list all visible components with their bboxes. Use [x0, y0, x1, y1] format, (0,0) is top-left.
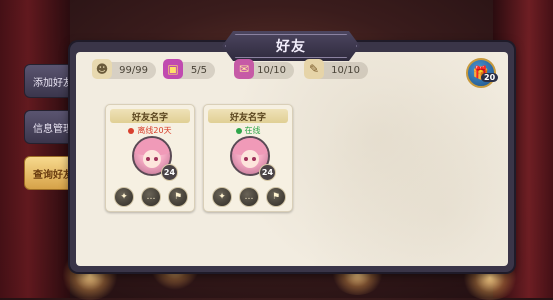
- resource-value: 99/99: [119, 65, 148, 76]
- resource-friends-count: ☻ 99/99: [92, 59, 156, 79]
- friend-name: 好友名字: [208, 109, 288, 123]
- gift-icon: ✦: [218, 192, 226, 202]
- mail-icon: ✉: [234, 59, 254, 79]
- tab-add-friend-label: 添加好友: [33, 77, 73, 89]
- friend-status-text: 在线: [244, 126, 261, 135]
- resource-value: 5/5: [190, 65, 207, 76]
- tab-search-friend-label: 查询好友: [33, 169, 73, 181]
- friend-status: 离线20天: [106, 125, 194, 136]
- friend-level-badge: 24: [259, 164, 276, 181]
- tab-info-management-label: 信息管理: [33, 123, 73, 135]
- more-options-button[interactable]: ⚑: [168, 187, 188, 207]
- friend-status: 在线: [204, 125, 292, 136]
- send-gift-button[interactable]: ✦: [212, 187, 232, 207]
- gift-box-icon: ▣: [163, 59, 183, 79]
- chat-icon: …: [244, 192, 254, 202]
- stamina-icon: ✎: [304, 59, 324, 79]
- status-dot-icon: [235, 127, 242, 134]
- background-curtain-left: [0, 0, 70, 298]
- status-dot-icon: [128, 127, 135, 134]
- more-options-button[interactable]: ⚑: [266, 187, 286, 207]
- resource-stamina: ✎ 10/10: [304, 59, 368, 79]
- resource-value: 10/10: [331, 65, 360, 76]
- friend-name: 好友名字: [110, 109, 190, 123]
- resource-mail: ✉ 10/10: [234, 59, 294, 79]
- gift-count-badge: 20: [481, 73, 499, 82]
- friend-status-text: 离线20天: [137, 126, 172, 135]
- friend-level-badge: 24: [161, 164, 178, 181]
- gift-icon: ✦: [120, 192, 128, 202]
- friend-card[interactable]: 好友名字 离线20天 24 ✦ … ⚑: [105, 104, 195, 212]
- resource-gift-box: ▣ 5/5: [163, 59, 215, 79]
- resource-value: 10/10: [257, 65, 286, 76]
- send-gift-button[interactable]: ✦: [114, 187, 134, 207]
- more-icon: ⚑: [271, 192, 281, 202]
- page-title: 好友: [276, 39, 306, 55]
- chat-button[interactable]: …: [239, 187, 259, 207]
- friend-card[interactable]: 好友名字 在线 24 ✦ … ⚑: [203, 104, 293, 212]
- chat-icon: …: [146, 192, 156, 202]
- more-icon: ⚑: [173, 192, 183, 202]
- title-plate: 好友: [222, 31, 360, 61]
- friends-count-icon: ☻: [92, 59, 112, 79]
- chat-button[interactable]: …: [141, 187, 161, 207]
